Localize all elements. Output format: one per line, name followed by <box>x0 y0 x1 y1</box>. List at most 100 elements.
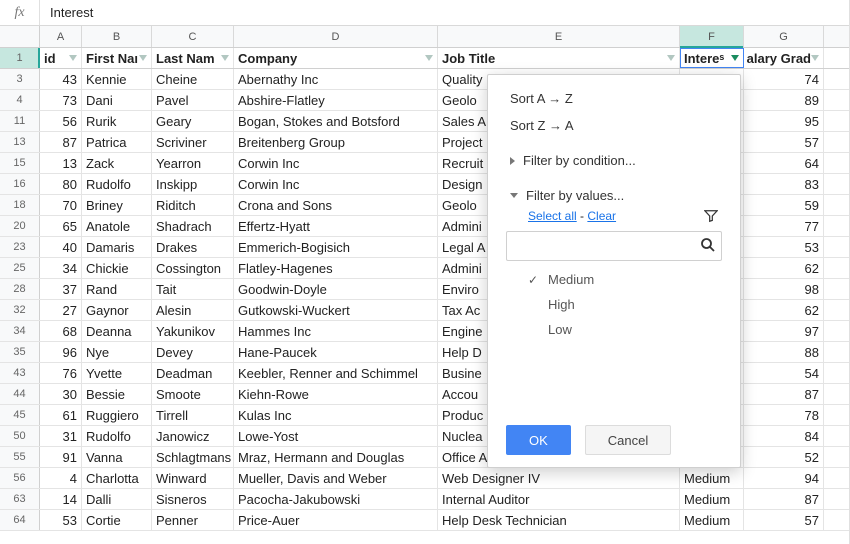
cell-lastname[interactable]: Smoote <box>152 384 234 404</box>
filter-icon[interactable] <box>221 55 229 61</box>
cell-lastname[interactable]: Pavel <box>152 90 234 110</box>
cell-jobtitle[interactable]: Web Designer IV <box>438 468 680 488</box>
row-number[interactable]: 1 <box>0 48 40 68</box>
cell-company[interactable]: Hammes Inc <box>234 321 438 341</box>
row-number[interactable]: 44 <box>0 384 40 404</box>
cell-firstname[interactable]: Zack <box>82 153 152 173</box>
cell-id[interactable]: 80 <box>40 174 82 194</box>
select-all-corner[interactable] <box>0 26 40 47</box>
cell-salarygrade[interactable]: 94 <box>744 468 824 488</box>
cell-lastname[interactable]: Penner <box>152 510 234 530</box>
filter-choice[interactable]: Low <box>488 317 740 342</box>
row-number[interactable]: 13 <box>0 132 40 152</box>
cell-firstname[interactable]: Bessie <box>82 384 152 404</box>
cell-company[interactable]: Bogan, Stokes and Botsford <box>234 111 438 131</box>
cell-jobtitle[interactable]: Help Desk Technician <box>438 510 680 530</box>
cell-id[interactable]: 53 <box>40 510 82 530</box>
cell-salarygrade[interactable]: 53 <box>744 237 824 257</box>
row-number[interactable]: 34 <box>0 321 40 341</box>
cell-company[interactable]: Gutkowski-Wuckert <box>234 300 438 320</box>
cell-firstname[interactable]: Charlotta <box>82 468 152 488</box>
cell-company[interactable]: Abernathy Inc <box>234 69 438 89</box>
cell-jobtitle[interactable]: Internal Auditor <box>438 489 680 509</box>
cell-interest[interactable]: Medium <box>680 510 744 530</box>
cell-salarygrade[interactable]: 87 <box>744 489 824 509</box>
filter-icon[interactable] <box>139 55 147 61</box>
cell-firstname[interactable]: Gaynor <box>82 300 152 320</box>
cell-salarygrade[interactable]: 62 <box>744 300 824 320</box>
cell-lastname[interactable]: Tait <box>152 279 234 299</box>
cell-company[interactable]: Pacocha-Jakubowski <box>234 489 438 509</box>
cell-firstname[interactable]: Rurik <box>82 111 152 131</box>
cell-company[interactable]: Corwin Inc <box>234 153 438 173</box>
cell-id[interactable]: 73 <box>40 90 82 110</box>
cell-company[interactable]: Kiehn-Rowe <box>234 384 438 404</box>
header-jobtitle[interactable]: Job Title <box>438 48 680 68</box>
cell-id[interactable]: 43 <box>40 69 82 89</box>
cell-lastname[interactable]: Alesin <box>152 300 234 320</box>
cell-salarygrade[interactable]: 89 <box>744 90 824 110</box>
row-number[interactable]: 50 <box>0 426 40 446</box>
filter-icon[interactable] <box>667 55 675 61</box>
cell-firstname[interactable]: Chickie <box>82 258 152 278</box>
cell-company[interactable]: Emmerich-Bogisich <box>234 237 438 257</box>
cell-company[interactable]: Price-Auer <box>234 510 438 530</box>
cell-id[interactable]: 37 <box>40 279 82 299</box>
header-company[interactable]: Company <box>234 48 438 68</box>
cell-firstname[interactable]: Rand <box>82 279 152 299</box>
cell-firstname[interactable]: Cortie <box>82 510 152 530</box>
filter-by-condition[interactable]: Filter by condition... <box>488 147 740 174</box>
cell-salarygrade[interactable]: 59 <box>744 195 824 215</box>
cell-id[interactable]: 65 <box>40 216 82 236</box>
filter-icon[interactable] <box>731 55 739 61</box>
select-all-link[interactable]: Select all <box>528 209 577 223</box>
clear-link[interactable]: Clear <box>587 209 616 223</box>
row-number[interactable]: 64 <box>0 510 40 530</box>
cell-firstname[interactable]: Patrica <box>82 132 152 152</box>
cell-firstname[interactable]: Ruggiero <box>82 405 152 425</box>
row-number[interactable]: 18 <box>0 195 40 215</box>
cell-lastname[interactable]: Janowicz <box>152 426 234 446</box>
row-number[interactable]: 32 <box>0 300 40 320</box>
cell-company[interactable]: Flatley-Hagenes <box>234 258 438 278</box>
cell-lastname[interactable]: Inskipp <box>152 174 234 194</box>
column-header-B[interactable]: B <box>82 26 152 47</box>
cell-lastname[interactable]: Shadrach <box>152 216 234 236</box>
row-number[interactable]: 11 <box>0 111 40 131</box>
column-header-G[interactable]: G <box>744 26 824 47</box>
cell-company[interactable]: Effertz-Hyatt <box>234 216 438 236</box>
cell-lastname[interactable]: Tirrell <box>152 405 234 425</box>
cell-lastname[interactable]: Sisneros <box>152 489 234 509</box>
cell-salarygrade[interactable]: 95 <box>744 111 824 131</box>
row-number[interactable]: 28 <box>0 279 40 299</box>
filter-icon[interactable] <box>69 55 77 61</box>
cell-lastname[interactable]: Deadman <box>152 363 234 383</box>
cell-salarygrade[interactable]: 74 <box>744 69 824 89</box>
cell-firstname[interactable]: Dalli <box>82 489 152 509</box>
cell-id[interactable]: 91 <box>40 447 82 467</box>
row-number[interactable]: 4 <box>0 90 40 110</box>
row-number[interactable]: 45 <box>0 405 40 425</box>
cell-firstname[interactable]: Yvette <box>82 363 152 383</box>
filter-icon[interactable] <box>811 55 819 61</box>
cell-firstname[interactable]: Deanna <box>82 321 152 341</box>
cell-salarygrade[interactable]: 84 <box>744 426 824 446</box>
filter-by-values[interactable]: Filter by values... <box>488 182 740 209</box>
row-number[interactable]: 25 <box>0 258 40 278</box>
cell-salarygrade[interactable]: 87 <box>744 384 824 404</box>
cell-company[interactable]: Mraz, Hermann and Douglas <box>234 447 438 467</box>
header-interest[interactable]: Intereˢ <box>680 48 744 68</box>
filter-choice[interactable]: ✓Medium <box>488 267 740 292</box>
ok-button[interactable]: OK <box>506 425 571 455</box>
column-header-E[interactable]: E <box>438 26 680 47</box>
cell-company[interactable]: Mueller, Davis and Weber <box>234 468 438 488</box>
cancel-button[interactable]: Cancel <box>585 425 671 455</box>
cell-id[interactable]: 56 <box>40 111 82 131</box>
row-number[interactable]: 63 <box>0 489 40 509</box>
cell-firstname[interactable]: Dani <box>82 90 152 110</box>
cell-company[interactable]: Breitenberg Group <box>234 132 438 152</box>
cell-company[interactable]: Corwin Inc <box>234 174 438 194</box>
column-header-C[interactable]: C <box>152 26 234 47</box>
filter-choice[interactable]: High <box>488 292 740 317</box>
row-number[interactable]: 20 <box>0 216 40 236</box>
